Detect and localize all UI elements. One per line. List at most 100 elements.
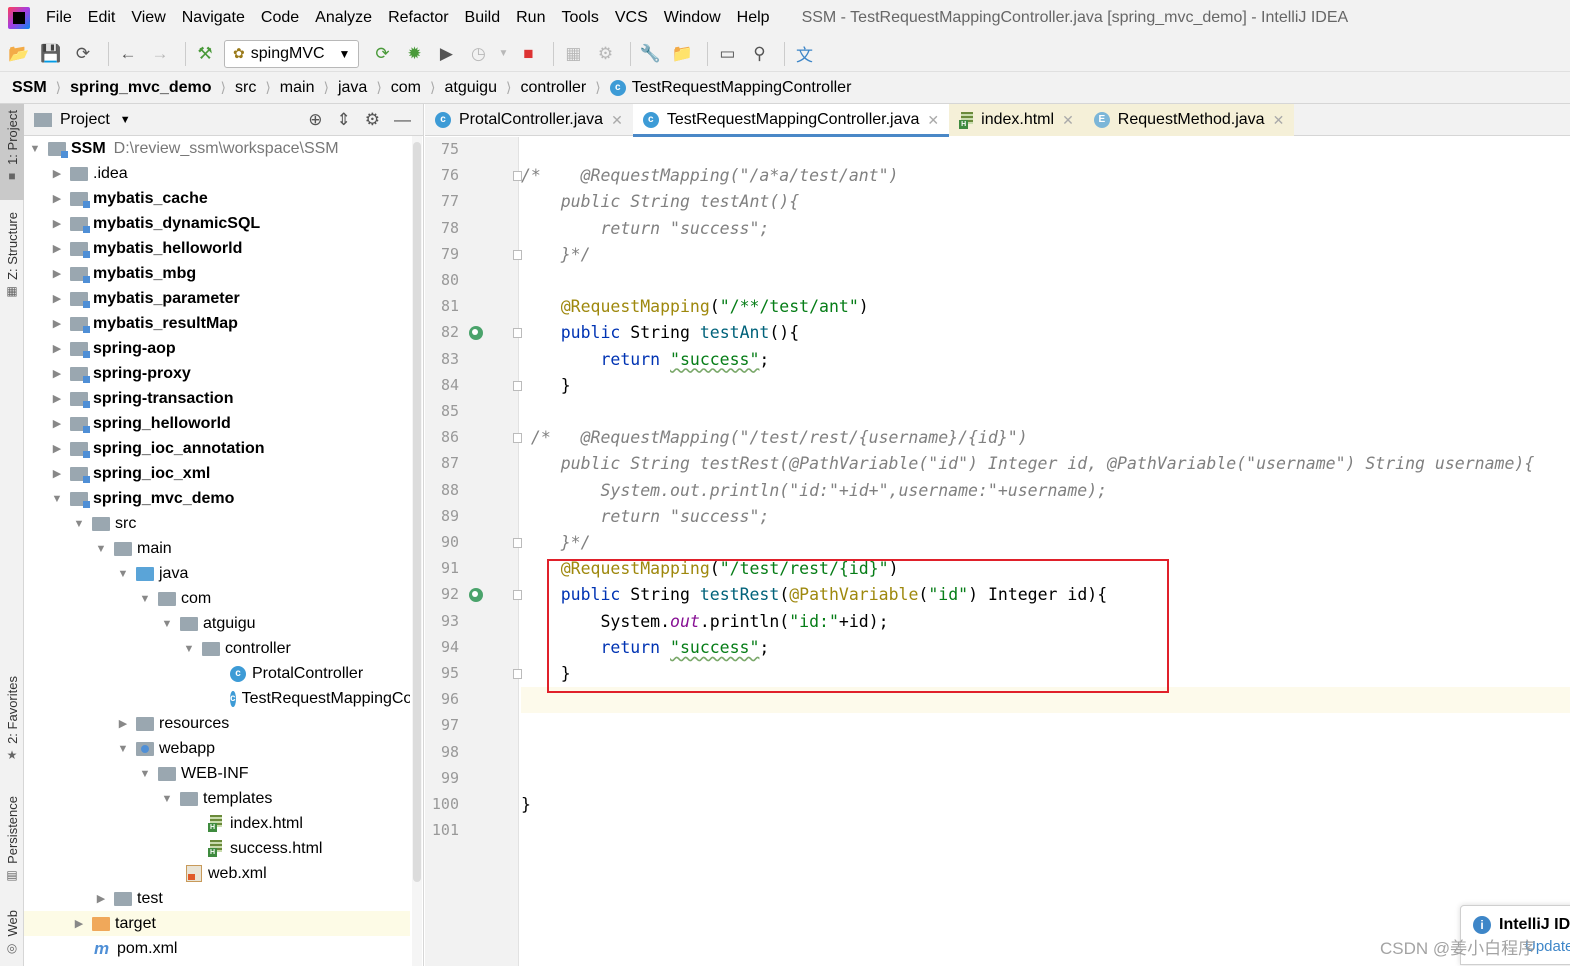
collapsed-arrow-icon[interactable]: ▶ [50,267,64,280]
tab-protal-controller[interactable]: c ProtalController.java ✕ [425,104,633,136]
close-icon[interactable]: ✕ [1062,112,1074,129]
menu-build[interactable]: Build [457,9,509,27]
device-icon[interactable]: ▦ [560,41,586,67]
code-line[interactable]: }*/ [521,242,1570,268]
open-folder-icon[interactable]: 📂 [6,41,32,67]
expanded-arrow-icon[interactable]: ▼ [116,568,130,580]
code-line[interactable]: return "success"; [521,347,1570,373]
project-view-selector[interactable]: Project [60,111,110,129]
menu-code[interactable]: Code [253,9,307,27]
tree-item-module[interactable]: ▶ mybatis_resultMap [24,311,410,336]
device-manager-icon[interactable]: ⚙ [592,41,618,67]
tree-item-src[interactable]: ▼ src [24,511,410,536]
search-icon[interactable]: ⚲ [746,41,772,67]
tree-item-com[interactable]: ▼ com [24,586,410,611]
wrench-settings-icon[interactable]: 🔧 [637,41,663,67]
code-line[interactable]: return "success"; [521,504,1570,530]
tool-tab-structure[interactable]: Z: Structure ▦ [0,212,24,312]
tree-item-idea[interactable]: ▶ .idea [24,161,410,186]
tab-request-method[interactable]: E RequestMethod.java ✕ [1083,104,1295,136]
code-line[interactable]: public String testAnt(){ [521,189,1570,215]
tab-index-html[interactable]: index.html ✕ [949,104,1084,136]
code-line[interactable]: /* @RequestMapping("/a*a/test/ant") [521,163,1570,189]
debug-bug-icon[interactable]: ✹ [401,41,427,67]
collapsed-arrow-icon[interactable]: ▶ [72,917,86,930]
expanded-arrow-icon[interactable]: ▼ [94,543,108,555]
expanded-arrow-icon[interactable]: ▼ [50,493,64,505]
menu-view[interactable]: View [123,9,173,27]
code-line[interactable]: }*/ [521,530,1570,556]
tree-item-pom-xml[interactable]: m pom.xml [24,936,410,961]
menu-file[interactable]: File [38,9,80,27]
expanded-arrow-icon[interactable]: ▼ [160,793,174,805]
request-mapping-gutter-icon[interactable] [469,588,483,603]
forward-icon[interactable]: → [147,41,173,67]
tree-item-protal-controller[interactable]: c ProtalController [24,661,410,686]
tree-item-module[interactable]: ▶ mybatis_parameter [24,286,410,311]
build-hammer-icon[interactable]: ⚒ [192,41,218,67]
collapsed-arrow-icon[interactable]: ▶ [50,242,64,255]
menu-help[interactable]: Help [729,9,778,27]
tree-item-module[interactable]: ▶ mybatis_mbg [24,261,410,286]
tree-item-resources[interactable]: ▶ resources [24,711,410,736]
code-line[interactable]: } [521,373,1570,399]
tab-test-request-mapping-controller[interactable]: c TestRequestMappingController.java ✕ [632,104,950,137]
collapsed-arrow-icon[interactable]: ▶ [50,317,64,330]
tree-item-module[interactable]: ▶ spring_ioc_annotation [24,436,410,461]
stop-icon[interactable]: ■ [515,41,541,67]
project-structure-icon[interactable]: 📁 [669,41,695,67]
translate-icon[interactable]: 文 [791,41,817,67]
code-line[interactable] [521,268,1570,294]
close-icon[interactable]: ✕ [611,112,623,129]
code-line[interactable]: public String testAnt(){ [521,320,1570,346]
code-line[interactable]: System.out.println("id:"+id+",username:"… [521,478,1570,504]
expanded-arrow-icon[interactable]: ▼ [72,518,86,530]
collapsed-arrow-icon[interactable]: ▶ [50,342,64,355]
breadcrumb-com[interactable]: com [391,79,421,97]
tree-item-index-html[interactable]: index.html [24,811,410,836]
tree-item-templates[interactable]: ▼ templates [24,786,410,811]
expanded-arrow-icon[interactable]: ▼ [28,143,42,155]
tree-item-webapp[interactable]: ▼ webapp [24,736,410,761]
code-line[interactable]: public String testRest(@PathVariable("id… [521,451,1570,477]
tree-item-atguigu[interactable]: ▼ atguigu [24,611,410,636]
menu-analyze[interactable]: Analyze [307,9,380,27]
expanded-arrow-icon[interactable]: ▼ [182,643,196,655]
gear-icon[interactable]: ⚙ [365,110,380,130]
collapsed-arrow-icon[interactable]: ▶ [50,292,64,305]
breadcrumb-project[interactable]: SSM [12,79,47,97]
back-icon[interactable]: ← [115,41,141,67]
tool-tab-web[interactable]: Web ◎ [0,910,24,966]
collapsed-arrow-icon[interactable]: ▶ [50,417,64,430]
tree-item-controller[interactable]: ▼ controller [24,636,410,661]
tree-item-test-request-mapping-controller[interactable]: c TestRequestMappingController [24,686,410,711]
tree-item-module[interactable]: ▶ spring_helloworld [24,411,410,436]
menu-navigate[interactable]: Navigate [174,9,253,27]
menu-window[interactable]: Window [656,9,729,27]
code-editor[interactable]: 75 76 77 78 79 80 81 82 83 84 85 86 87 88 89 90 91 92 93 94… [425,137,1570,966]
breadcrumb-atguigu[interactable]: atguigu [444,79,497,97]
menu-run[interactable]: Run [508,9,553,27]
code-line[interactable]: } [521,792,1570,818]
code-line[interactable]: /* @RequestMapping("/test/rest/{username… [521,425,1570,451]
tool-tab-persistence[interactable]: Persistence ▤ [0,796,24,892]
code-line[interactable] [521,818,1570,844]
code-line[interactable] [521,740,1570,766]
menu-tools[interactable]: Tools [553,9,606,27]
tree-item-ssm[interactable]: ▼ SSM D:\review_ssm\workspace\SSM [24,136,410,161]
tree-item-success-html[interactable]: success.html [24,836,410,861]
expanded-arrow-icon[interactable]: ▼ [160,618,174,630]
expanded-arrow-icon[interactable]: ▼ [138,768,152,780]
collapsed-arrow-icon[interactable]: ▶ [50,167,64,180]
tree-item-test[interactable]: ▶ test [24,886,410,911]
profile-icon[interactable]: ◷ [465,41,491,67]
tree-item-module[interactable]: ▼ spring_mvc_demo [24,486,410,511]
collapsed-arrow-icon[interactable]: ▶ [50,392,64,405]
close-icon[interactable]: ✕ [1273,112,1285,129]
menu-edit[interactable]: Edit [80,9,124,27]
code-line[interactable]: return "success"; [521,216,1570,242]
code-line[interactable] [521,766,1570,792]
breadcrumb-class[interactable]: TestRequestMappingController [632,79,852,97]
collapsed-arrow-icon[interactable]: ▶ [50,442,64,455]
expanded-arrow-icon[interactable]: ▼ [116,743,130,755]
